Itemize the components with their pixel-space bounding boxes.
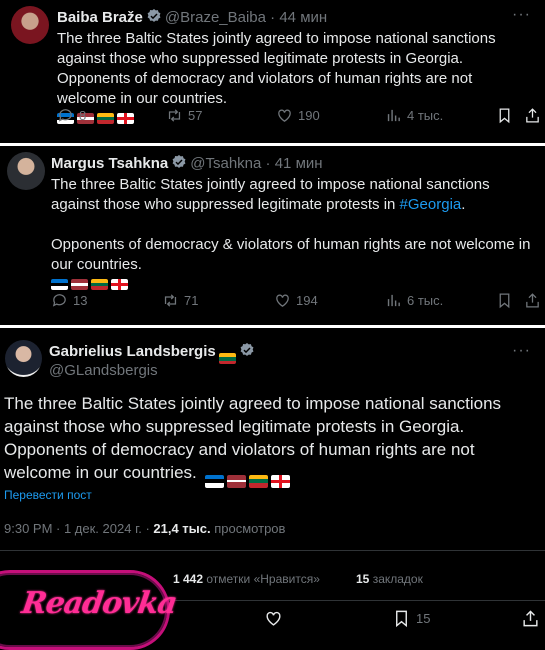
views-button[interactable]: 4 тыс. (385, 107, 443, 124)
likes-stat[interactable]: 1 442 отметки «Нравится» (173, 572, 320, 586)
heart-icon (278, 109, 291, 122)
post-time[interactable]: 44 мин (279, 9, 327, 26)
flag-emojis (204, 474, 290, 488)
share-button[interactable] (524, 107, 541, 124)
flag-emojis (51, 279, 535, 290)
lithuania-flag-icon (248, 474, 268, 488)
author-handle[interactable]: @Braze_Baiba (165, 9, 266, 26)
more-options-icon[interactable]: ··· (512, 6, 531, 24)
avatar[interactable] (7, 152, 45, 190)
like-count: 190 (298, 107, 320, 123)
reply-icon (52, 293, 66, 307)
hashtag-link[interactable]: #Georgia (400, 196, 462, 213)
view-count: 6 тыс. (407, 292, 444, 308)
like-button[interactable]: 194 (274, 292, 318, 309)
repost-icon (168, 108, 181, 122)
bookmark-button[interactable] (496, 107, 513, 124)
post-meta: 9:30 PM · 1 дек. 2024 г. · 21,4 тыс. про… (4, 521, 286, 536)
tweet-text: The three Baltic States jointly agreed t… (4, 392, 542, 488)
share-button[interactable] (524, 292, 541, 309)
author-handle[interactable]: @GLandsbergis (49, 362, 158, 379)
author-name[interactable]: Baiba Braže (57, 9, 143, 26)
watermark-text: Readovka (19, 586, 179, 621)
bookmarks-stat[interactable]: 15 закладок (356, 572, 423, 586)
readovka-watermark-logo: Readovka (0, 566, 179, 650)
latvia-flag-icon (71, 279, 88, 290)
bookmark-button[interactable] (496, 292, 513, 309)
share-icon (523, 609, 538, 626)
views-button[interactable]: 6 тыс. (385, 292, 443, 309)
analytics-icon (387, 109, 400, 121)
verified-icon (171, 154, 187, 174)
repost-icon (164, 293, 177, 307)
lithuania-flag-icon (97, 113, 114, 124)
reply-icon (58, 108, 72, 122)
heart-icon (266, 611, 281, 626)
bookmark-icon (499, 107, 510, 123)
georgia-flag-icon (111, 279, 128, 290)
reply-button[interactable]: 8 (57, 107, 86, 124)
avatar[interactable] (5, 340, 42, 377)
translate-post-link[interactable]: Перевести пост (4, 488, 92, 502)
avatar[interactable] (11, 6, 49, 44)
share-icon (526, 292, 539, 308)
lithuania-flag-icon (91, 279, 108, 290)
repost-count: 57 (188, 107, 203, 123)
repost-count: 71 (184, 292, 199, 308)
heart-icon (276, 294, 289, 307)
more-options-icon[interactable]: ··· (512, 342, 531, 360)
repost-button[interactable]: 71 (162, 292, 198, 309)
like-button[interactable]: 190 (276, 107, 320, 124)
views-count: 21,4 тыс. (153, 521, 211, 536)
georgia-flag-icon (270, 474, 290, 488)
estonia-flag-icon (51, 279, 68, 290)
bookmark-icon (499, 292, 510, 308)
verified-icon (239, 342, 255, 362)
timestamp[interactable]: 9:30 PM · 1 дек. 2024 г. · (4, 521, 153, 536)
repost-button[interactable]: 57 (166, 107, 202, 124)
tweet-text: The three Baltic States jointly agreed t… (51, 175, 535, 290)
author-name[interactable]: Gabrielius Landsbergis (49, 343, 216, 360)
latvia-flag-icon (226, 474, 246, 488)
author-name[interactable]: Margus Tsahkna (51, 155, 168, 172)
post-time[interactable]: 41 мин (275, 155, 323, 172)
georgia-flag-icon (117, 113, 134, 124)
reply-count: 13 (73, 292, 88, 308)
like-count: 194 (296, 292, 318, 308)
reply-count: 8 (79, 107, 87, 123)
author-handle[interactable]: @Tsahkna (190, 155, 261, 172)
divider (0, 550, 545, 551)
analytics-icon (387, 294, 400, 306)
share-icon (526, 107, 539, 123)
share-button[interactable] (521, 609, 540, 628)
lithuania-flag-icon (218, 353, 236, 365)
tweet-card-2[interactable]: Margus Tsahkna @Tsahkna · 41 мин The thre… (0, 146, 545, 325)
estonia-flag-icon (204, 474, 224, 488)
view-count: 4 тыс. (407, 107, 444, 123)
bookmark-icon (396, 610, 407, 627)
verified-icon (146, 8, 162, 28)
like-button[interactable] (264, 609, 283, 628)
tweet-card-1[interactable]: Baiba Braže @Braze_Baiba · 44 мин ··· The… (0, 0, 545, 143)
reply-button[interactable]: 13 (51, 292, 87, 309)
bookmark-button[interactable]: 15 (392, 609, 430, 628)
bookmark-count: 15 (416, 610, 431, 626)
